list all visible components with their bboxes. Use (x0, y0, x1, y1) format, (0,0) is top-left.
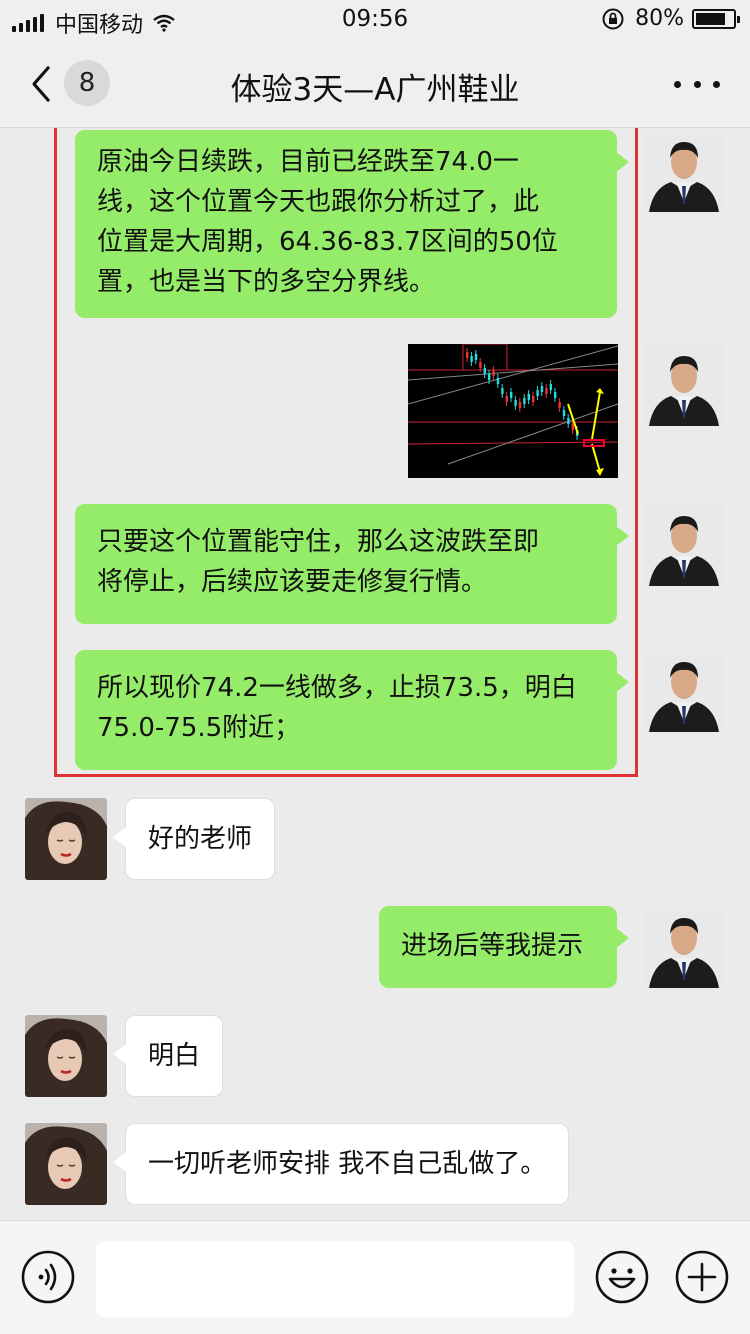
entry-marker (583, 439, 605, 447)
message-line: 线，这个位置今天也跟你分析过了，此 (97, 187, 540, 217)
message-input[interactable] (96, 1241, 574, 1317)
message-bubble-outgoing[interactable]: 进场后等我提示 (379, 906, 629, 988)
rotation-lock-icon (602, 8, 624, 29)
candle-body (527, 394, 530, 400)
plus-button[interactable] (674, 1249, 730, 1305)
more-button[interactable] (674, 64, 720, 104)
message-line: 进场后等我提示 (401, 931, 584, 961)
more-dots-icon (674, 80, 681, 88)
message-line: 只要这个位置能守住，那么这波跌至即 (97, 527, 540, 557)
teacher-avatar[interactable] (643, 906, 725, 988)
candle-body (540, 386, 544, 392)
teacher-avatar[interactable] (643, 504, 725, 586)
candle-body (536, 390, 539, 396)
candle-body (466, 352, 469, 358)
battery-percent: 80% (635, 6, 684, 31)
chart-image-message[interactable] (408, 344, 618, 478)
woman-avatar-icon (25, 1015, 107, 1097)
message-bubble-outgoing[interactable]: 只要这个位置能守住，那么这波跌至即 将停止，后续应该要走修复行情。 (75, 504, 629, 624)
message-line: 好的老师 (148, 824, 253, 854)
candle-body (510, 392, 513, 398)
candle-body (518, 402, 522, 408)
teacher-avatar[interactable] (643, 344, 725, 426)
candle-body (505, 396, 508, 402)
candle-body (483, 368, 486, 374)
candle-body (474, 354, 478, 360)
candle-body (554, 392, 557, 398)
message-line: 所以现价74.2一线做多，止损73.5，明白 (97, 673, 577, 703)
emoji-button[interactable] (594, 1249, 650, 1305)
candle-body (567, 418, 570, 424)
arrow-up-2 (591, 391, 601, 440)
candle-body (470, 356, 473, 362)
candle-body (549, 384, 552, 390)
message-line: 明白 (148, 1041, 201, 1071)
battery-level (696, 12, 725, 25)
candle-body (545, 388, 548, 394)
input-bar (0, 1220, 750, 1334)
candle-body (488, 374, 491, 380)
message-line: 一切听老师安排 我不自己乱做了。 (148, 1149, 547, 1179)
message-line: 75.0-75.5附近； (97, 713, 301, 743)
more-dot (693, 80, 701, 88)
chat-messages[interactable]: 原油今日续跌，目前已经跌至74.0一 线，这个位置今天也跟你分析过了，此 位置是… (0, 128, 750, 1220)
message-bubble-incoming[interactable]: 明白 (112, 1015, 224, 1097)
man-in-suit-avatar-icon (643, 130, 725, 212)
message-line: 将停止，后续应该要走修复行情。 (97, 567, 488, 597)
woman-avatar-icon (25, 798, 107, 880)
trend-line (408, 363, 618, 381)
man-in-suit-avatar-icon (643, 650, 725, 732)
candle-body (492, 370, 495, 376)
message-bubble-outgoing[interactable]: 原油今日续跌，目前已经跌至74.0一 线，这个位置今天也跟你分析过了，此 位置是… (75, 130, 629, 318)
chat-title: 体验3天—A广州鞋业 (230, 72, 520, 108)
trend-line-2 (408, 345, 618, 405)
more-dot (713, 80, 720, 88)
student-avatar[interactable] (25, 1015, 107, 1097)
candlestick-chart-image (408, 344, 618, 476)
student-avatar[interactable] (25, 798, 107, 880)
voice-button[interactable] (20, 1249, 76, 1305)
message-line: 原油今日续跌，目前已经跌至74.0一 (97, 147, 519, 177)
battery-icon (692, 8, 740, 29)
message-line: 置，也是当下的多空分界线。 (97, 267, 436, 297)
man-in-suit-avatar-icon (643, 344, 725, 426)
candle-body (571, 424, 574, 430)
nav-bar: 8 体验3天—A广州鞋业 (0, 40, 750, 128)
voice-icon (21, 1250, 75, 1304)
man-in-suit-avatar-icon (643, 504, 725, 586)
message-bubble-incoming[interactable]: 好的老师 (112, 798, 276, 880)
status-right: 80% (601, 6, 740, 31)
emoji-icon (595, 1250, 649, 1304)
candle-body (523, 398, 526, 404)
candle-body (479, 362, 482, 368)
candle-body (558, 402, 561, 408)
candle-body (532, 396, 535, 402)
arrow-head-down (596, 468, 604, 476)
arrow-down (591, 443, 601, 473)
message-line: 位置是大周期，64.36-83.7区间的50位 (97, 227, 558, 257)
candle-body (501, 388, 504, 394)
message-bubble-incoming[interactable]: 一切听老师安排 我不自己乱做了。 (112, 1123, 570, 1205)
message-bubble-outgoing[interactable]: 所以现价74.2一线做多，止损73.5，明白 75.0-75.5附近； (75, 650, 629, 770)
support-line-2 (408, 441, 618, 445)
candle-body (496, 378, 500, 384)
plus-icon (675, 1250, 729, 1304)
candle-body (514, 400, 517, 406)
student-avatar[interactable] (25, 1123, 107, 1205)
teacher-avatar[interactable] (643, 130, 725, 212)
man-in-suit-avatar-icon (643, 906, 725, 988)
candle-body (562, 410, 566, 416)
status-bar: 中国移动 09:56 80% (0, 0, 750, 40)
woman-avatar-icon (25, 1123, 107, 1205)
teacher-avatar[interactable] (643, 650, 725, 732)
